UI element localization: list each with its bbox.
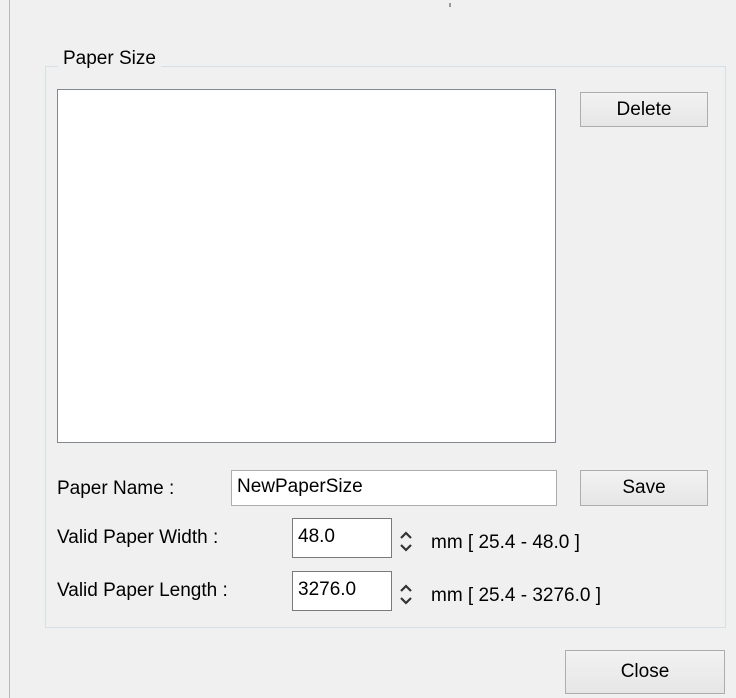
paper-width-label: Valid Paper Width :	[57, 527, 219, 548]
delete-button[interactable]: Delete	[580, 92, 708, 127]
title-tick-mark	[449, 3, 451, 7]
paper-size-list[interactable]	[57, 89, 556, 443]
close-button[interactable]: Close	[565, 650, 725, 694]
window-edge	[9, 0, 10, 698]
paper-length-input[interactable]: 3276.0	[292, 571, 392, 611]
width-spinner-icon[interactable]	[398, 524, 414, 558]
paper-length-range: mm [ 25.4 - 3276.0 ]	[431, 585, 602, 606]
paper-name-label: Paper Name :	[57, 478, 175, 499]
paper-name-input[interactable]: NewPaperSize	[231, 470, 557, 506]
paper-width-input[interactable]: 48.0	[292, 518, 392, 558]
paper-width-range: mm [ 25.4 - 48.0 ]	[431, 532, 580, 553]
paper-size-dialog: Paper Size Delete Paper Name : NewPaperS…	[0, 0, 736, 698]
paper-length-label: Valid Paper Length :	[57, 580, 228, 601]
length-spinner-icon[interactable]	[398, 577, 414, 611]
title-area	[10, 0, 736, 8]
save-button[interactable]: Save	[580, 470, 708, 506]
paper-size-group-title: Paper Size	[58, 48, 161, 70]
